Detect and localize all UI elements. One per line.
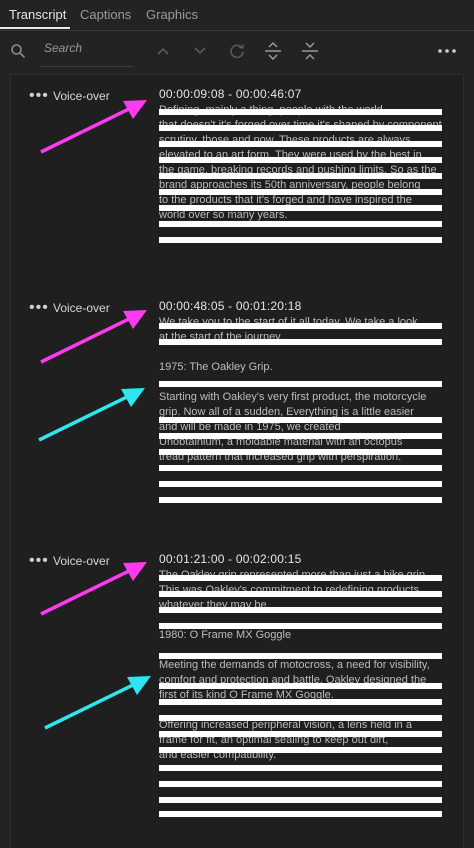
redaction-bar bbox=[159, 765, 442, 771]
redaction-bar bbox=[159, 221, 442, 227]
tab-graphics[interactable]: Graphics bbox=[146, 7, 198, 22]
magenta-arrow-icon bbox=[40, 100, 147, 154]
search-icon[interactable] bbox=[10, 43, 26, 63]
redaction-bar bbox=[159, 683, 442, 689]
redaction-bar bbox=[159, 109, 442, 115]
chevron-up-icon[interactable] bbox=[156, 44, 170, 62]
redaction-bar bbox=[159, 811, 442, 817]
redaction-bar bbox=[159, 575, 442, 581]
redaction-bar bbox=[159, 591, 442, 597]
redaction-bar bbox=[159, 731, 442, 737]
redaction-bar bbox=[159, 781, 442, 787]
redaction-bar bbox=[159, 323, 442, 329]
redaction-bar bbox=[159, 715, 442, 721]
refresh-icon[interactable] bbox=[228, 42, 246, 64]
redaction-bar bbox=[159, 747, 442, 753]
segment-timecode: 00:00:48:05 - 00:01:20:18 bbox=[159, 299, 302, 313]
redaction-bar bbox=[159, 339, 442, 345]
active-tab-indicator bbox=[0, 27, 70, 29]
redaction-bar bbox=[159, 699, 442, 705]
tab-transcript[interactable]: Transcript bbox=[9, 7, 66, 22]
more-icon[interactable] bbox=[438, 44, 456, 60]
redaction-bar bbox=[159, 797, 442, 803]
redaction-bar bbox=[159, 449, 442, 455]
redaction-bar bbox=[159, 417, 442, 423]
segment-text[interactable]: We take you to the start of it all today… bbox=[159, 315, 444, 465]
redaction-bar bbox=[159, 157, 442, 163]
redaction-bar bbox=[159, 607, 442, 613]
redaction-bar bbox=[159, 433, 442, 439]
redaction-bar bbox=[159, 623, 442, 629]
collapse-icon[interactable] bbox=[301, 41, 319, 65]
redaction-bar bbox=[159, 465, 442, 471]
redaction-bar bbox=[159, 189, 442, 195]
redaction-bar bbox=[159, 173, 442, 179]
transcript-panel[interactable]: ••• Voice-over 00:00:09:08 - 00:00:46:07… bbox=[10, 74, 464, 848]
segment-timecode: 00:00:09:08 - 00:00:46:07 bbox=[159, 87, 302, 101]
search-input[interactable] bbox=[40, 36, 138, 60]
cyan-arrow-icon bbox=[44, 676, 151, 730]
expand-icon[interactable] bbox=[264, 41, 282, 65]
segment-timecode: 00:01:21:00 - 00:02:00:15 bbox=[159, 552, 302, 566]
redaction-bar bbox=[159, 481, 442, 487]
magenta-arrow-icon bbox=[40, 562, 147, 616]
redaction-bar bbox=[159, 125, 442, 131]
redaction-bar bbox=[159, 237, 442, 243]
cyan-arrow-icon bbox=[38, 388, 145, 442]
redaction-bar bbox=[159, 653, 442, 659]
redaction-bar bbox=[159, 205, 442, 211]
magenta-arrow-icon bbox=[40, 310, 147, 364]
redaction-bar bbox=[159, 141, 442, 147]
tab-captions[interactable]: Captions bbox=[80, 7, 131, 22]
redaction-bar bbox=[159, 497, 442, 503]
redaction-bar bbox=[159, 381, 442, 387]
chevron-down-icon[interactable] bbox=[193, 44, 207, 62]
panel-tabs: Transcript Captions Graphics bbox=[0, 0, 474, 31]
search-field bbox=[40, 36, 138, 67]
